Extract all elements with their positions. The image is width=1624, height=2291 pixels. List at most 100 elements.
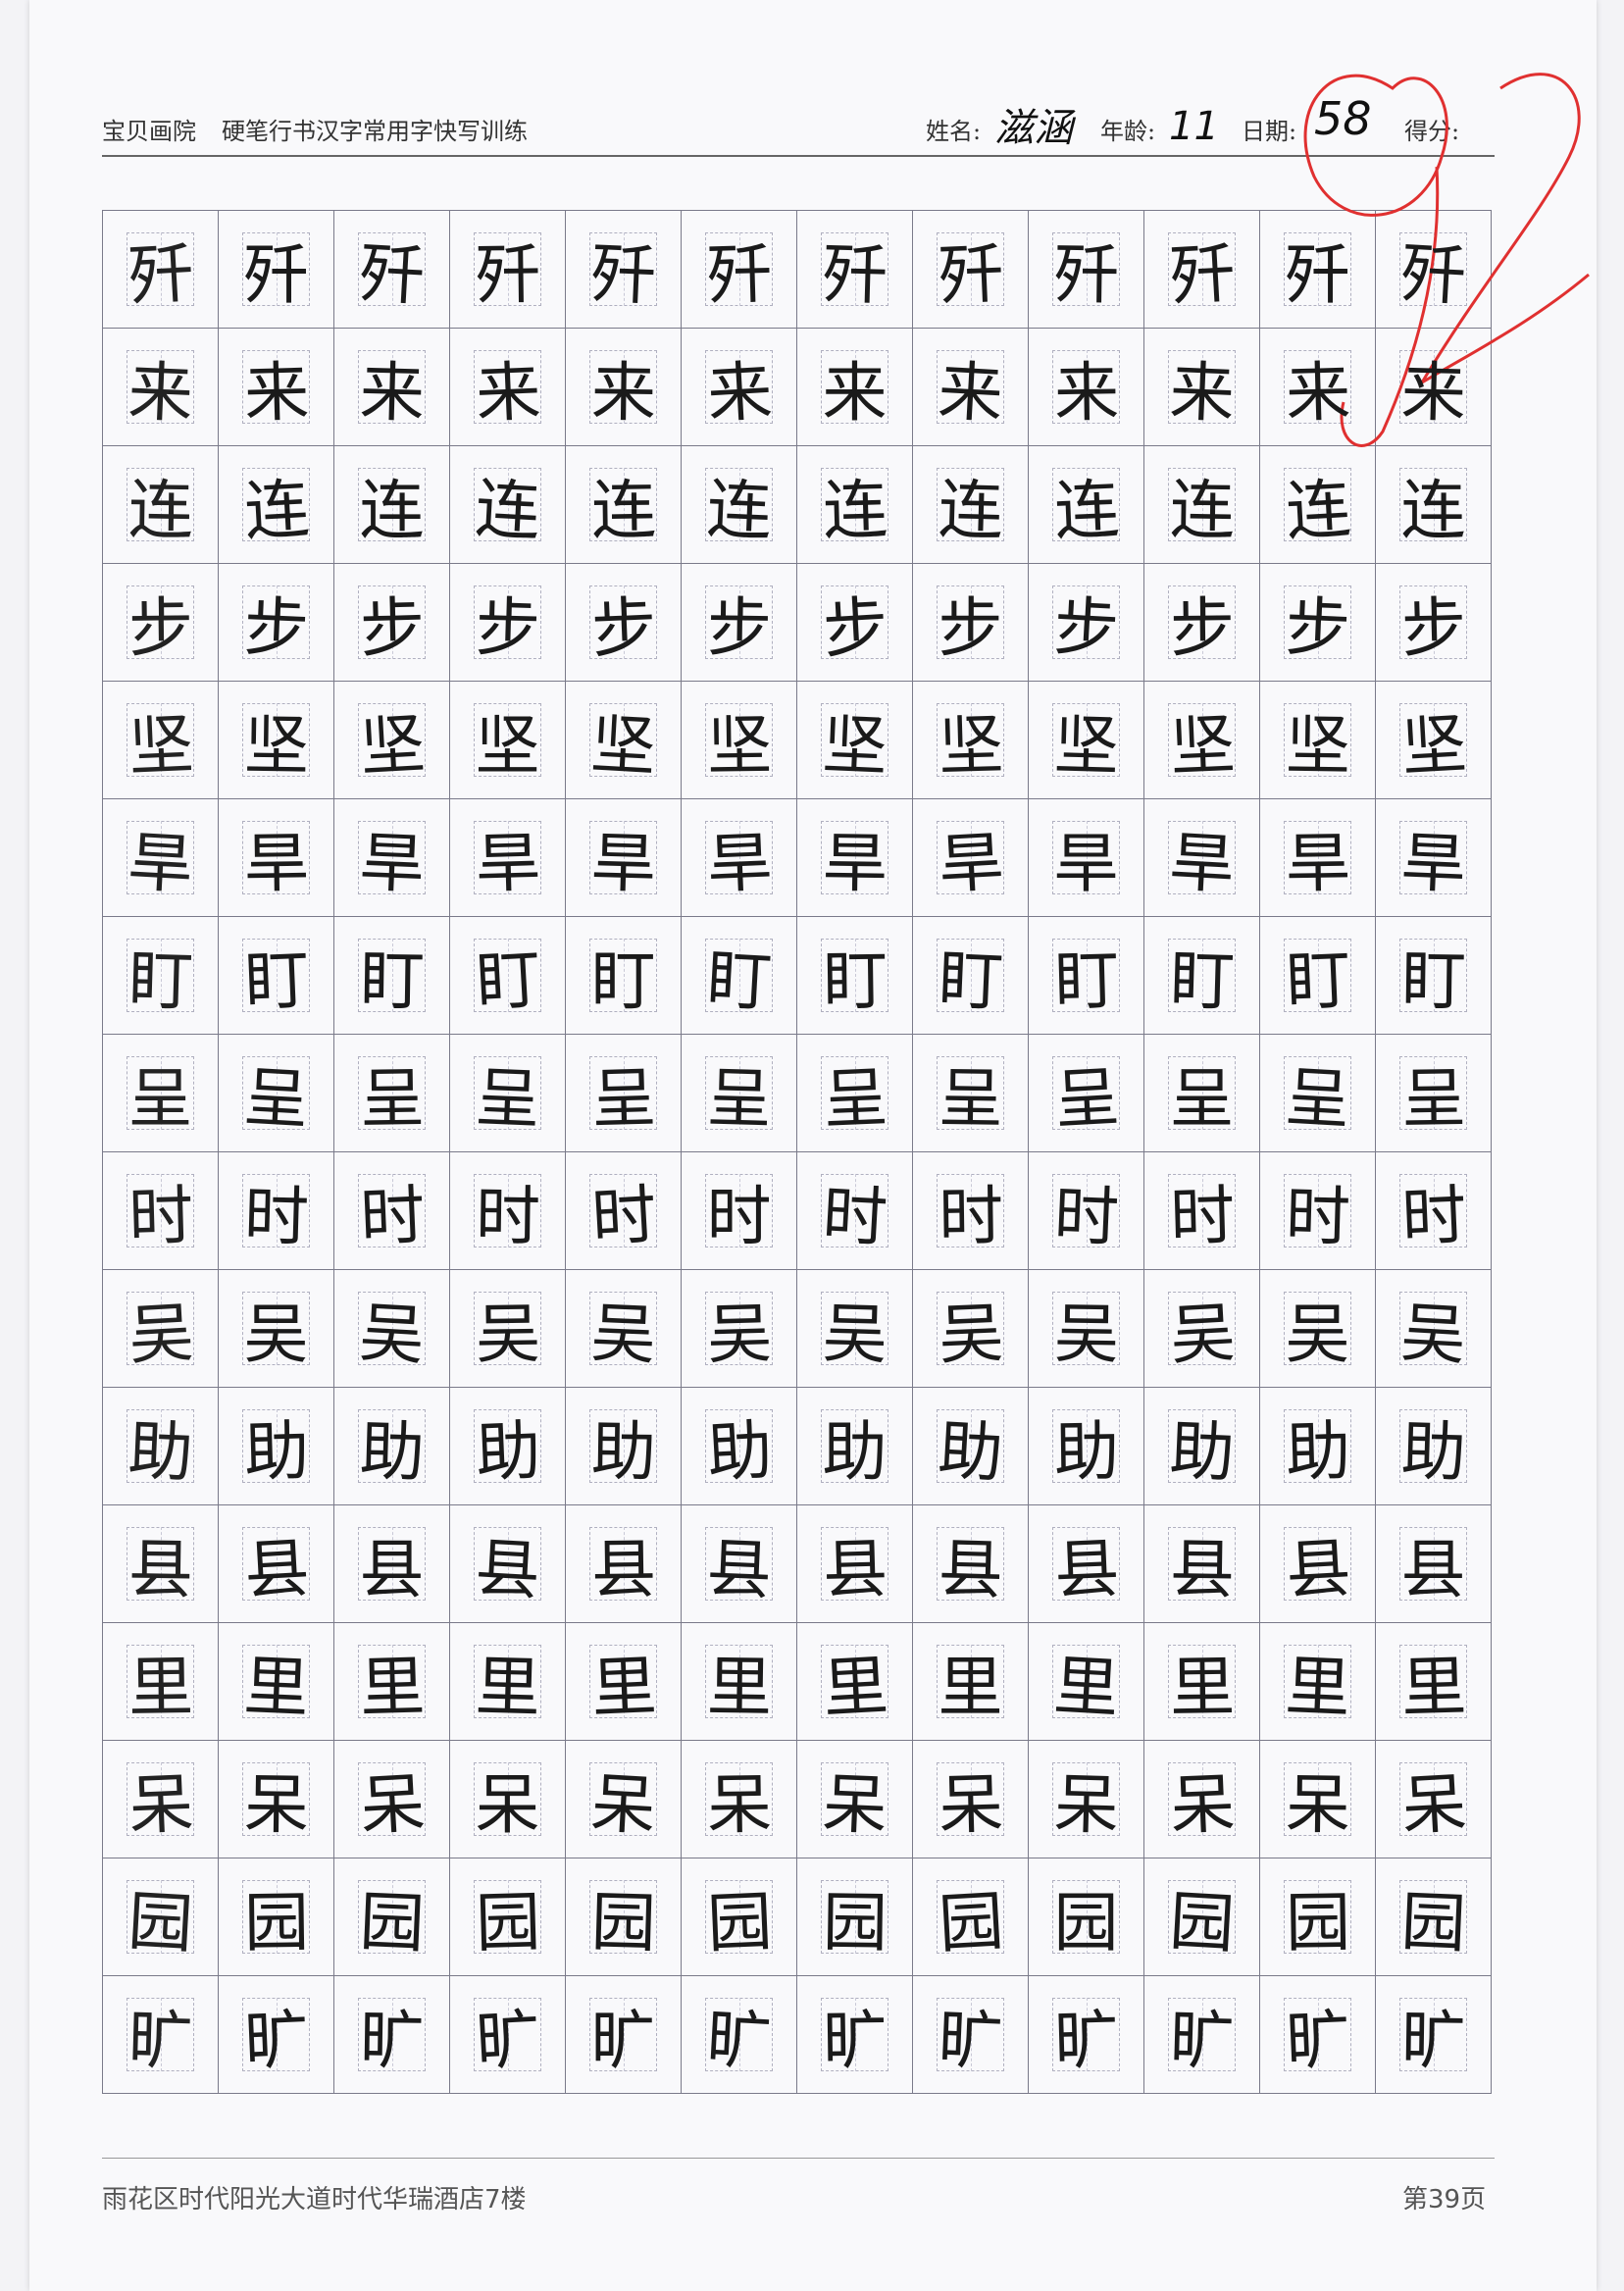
character: 旱: [357, 824, 426, 902]
character: 步: [705, 589, 772, 666]
character: 来: [1053, 354, 1120, 431]
practice-character-cell: 呆: [334, 1741, 450, 1858]
practice-character-cell: 歼: [1376, 211, 1492, 329]
character: 旱: [1167, 823, 1237, 903]
character: 连: [1052, 471, 1121, 549]
character: 园: [357, 1883, 426, 1961]
model-character-cell: 时: [103, 1152, 219, 1270]
character: 旱: [1053, 825, 1119, 901]
character: 来: [1167, 353, 1236, 432]
practice-character-cell: 盯: [682, 917, 797, 1035]
practice-character-cell: 盯: [450, 917, 566, 1035]
character: 助: [1284, 1412, 1351, 1491]
practice-character-cell: 连: [1144, 446, 1260, 564]
practice-character-cell: 时: [1376, 1152, 1492, 1270]
character: 歼: [357, 234, 427, 315]
practice-character-cell: 呆: [1376, 1741, 1492, 1858]
practice-character-cell: 步: [1144, 564, 1260, 682]
footer-divider: [102, 2158, 1495, 2159]
footer-address: 雨花区时代阳光大道时代华瑞酒店7楼: [102, 2185, 527, 2215]
character: 吴: [821, 1295, 888, 1373]
practice-character-cell: 连: [566, 446, 682, 564]
practice-character-cell: 呆: [1029, 1741, 1144, 1858]
character: 县: [1052, 1530, 1121, 1608]
practice-character-cell: 园: [1260, 1858, 1376, 1976]
practice-character-cell: 旷: [219, 1976, 334, 2094]
practice-character-cell: 步: [797, 564, 913, 682]
character: 吴: [475, 1296, 541, 1372]
character: 旱: [474, 824, 541, 902]
practice-character-cell: 旷: [682, 1976, 797, 2094]
practice-character-cell: 来: [1029, 329, 1144, 446]
character: 里: [358, 1648, 426, 1726]
character: 吴: [1398, 1294, 1468, 1374]
practice-character-cell: 来: [450, 329, 566, 446]
character: 时: [358, 1177, 427, 1255]
character: 呈: [589, 1059, 657, 1138]
practice-character-cell: 县: [334, 1505, 450, 1623]
practice-character-cell: 呈: [219, 1035, 334, 1152]
character: 吴: [1052, 1296, 1119, 1372]
character: 呆: [706, 1766, 773, 1843]
character: 助: [704, 1411, 774, 1492]
character: 歼: [126, 234, 195, 315]
model-character-cell: 歼: [103, 211, 219, 329]
practice-character-cell: 歼: [450, 211, 566, 329]
practice-character-cell: 步: [1376, 564, 1492, 682]
character: 步: [1051, 587, 1121, 668]
practice-character-cell: 里: [566, 1623, 682, 1741]
character: 园: [1167, 1882, 1237, 1962]
practice-character-cell: 来: [797, 329, 913, 446]
character: 县: [590, 1531, 657, 1607]
practice-character-cell: 歼: [1260, 211, 1376, 329]
practice-character-cell: 盯: [913, 917, 1029, 1035]
practice-character-cell: 坚: [1260, 682, 1376, 799]
character: 里: [705, 1649, 772, 1725]
practice-character-cell: 盯: [334, 917, 450, 1035]
character: 来: [1399, 353, 1467, 432]
practice-character-cell: 连: [219, 446, 334, 564]
practice-character-cell: 来: [334, 329, 450, 446]
model-character-cell: 盯: [103, 917, 219, 1035]
character: 吴: [126, 1294, 195, 1374]
practice-character-cell: 吴: [566, 1270, 682, 1388]
character: 坚: [475, 707, 540, 784]
character: 时: [706, 1178, 772, 1254]
character: 里: [1399, 1648, 1467, 1726]
practice-character-cell: 县: [1144, 1505, 1260, 1623]
practice-character-cell: 连: [1376, 446, 1492, 564]
character: 坚: [706, 707, 773, 784]
character: 呆: [1052, 1765, 1120, 1844]
practice-character-cell: 旱: [1029, 799, 1144, 917]
practice-character-cell: 呈: [1144, 1035, 1260, 1152]
practice-character-cell: 吴: [1029, 1270, 1144, 1388]
character: 旱: [126, 823, 195, 903]
page-number: 第39页: [1402, 2185, 1487, 2215]
practice-character-cell: 助: [682, 1388, 797, 1505]
character: 呈: [1400, 1060, 1467, 1137]
practice-character-cell: 呆: [1144, 1741, 1260, 1858]
character: 吴: [357, 1294, 427, 1374]
character: 呈: [473, 1059, 541, 1138]
character: 坚: [820, 706, 888, 785]
character: 步: [589, 588, 658, 667]
practice-character-cell: 时: [219, 1152, 334, 1270]
practice-character-cell: 盯: [797, 917, 913, 1035]
character: 坚: [1052, 706, 1120, 785]
practice-character-cell: 来: [913, 329, 1029, 446]
practice-character-cell: 连: [1260, 446, 1376, 564]
practice-character-cell: 旱: [219, 799, 334, 917]
character: 里: [474, 1648, 541, 1726]
character: 连: [127, 472, 193, 548]
practice-character-cell: 盯: [1029, 917, 1144, 1035]
model-character-cell: 呆: [103, 1741, 219, 1858]
practice-character-cell: 连: [797, 446, 913, 564]
character: 里: [1169, 1649, 1236, 1725]
character: 时: [1051, 1177, 1120, 1255]
practice-character-cell: 里: [1376, 1623, 1492, 1741]
practice-character-cell: 呈: [1029, 1035, 1144, 1152]
practice-character-cell: 助: [566, 1388, 682, 1505]
character: 助: [1167, 1412, 1236, 1491]
worksheet-header: 宝贝画院 硬笔行书汉字常用字快写训练 姓名: 滋涵 年龄: 11 日期: 58 …: [102, 92, 1495, 157]
character: 来: [358, 353, 426, 432]
